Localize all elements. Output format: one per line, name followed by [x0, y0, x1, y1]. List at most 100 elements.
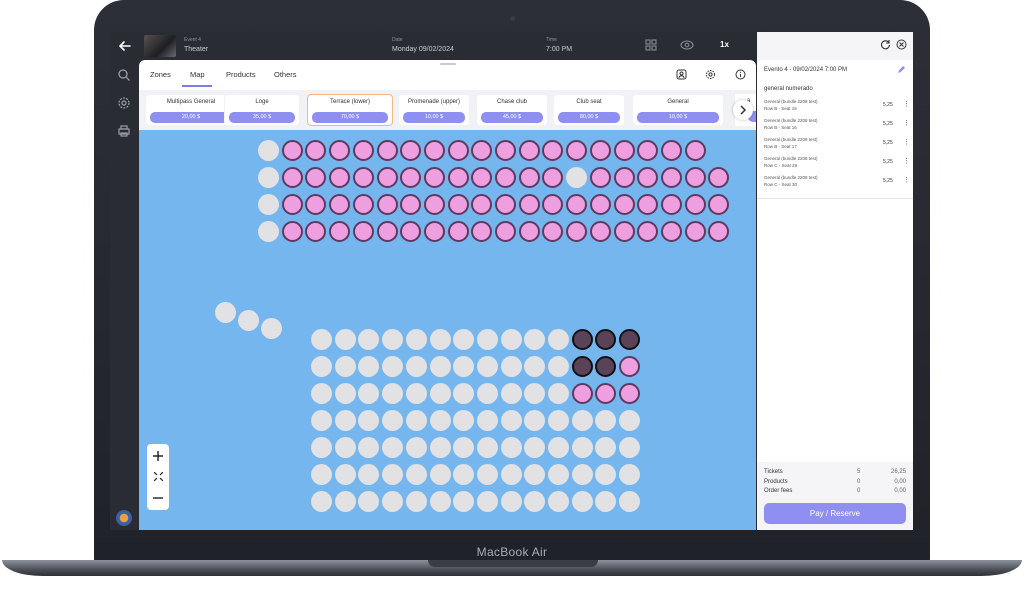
- seat[interactable]: [595, 329, 617, 350]
- seat[interactable]: [613, 194, 635, 215]
- seat[interactable]: [400, 167, 422, 188]
- seat[interactable]: [684, 221, 706, 242]
- seat[interactable]: [329, 194, 351, 215]
- seat[interactable]: [376, 194, 398, 215]
- tab-others[interactable]: Others: [274, 70, 297, 79]
- zone-card[interactable]: Chase club 45,00 $: [476, 94, 548, 126]
- seat[interactable]: [329, 221, 351, 242]
- seat[interactable]: [595, 383, 617, 404]
- seat[interactable]: [281, 140, 303, 161]
- seat[interactable]: [518, 194, 540, 215]
- seat[interactable]: [684, 140, 706, 161]
- refresh-icon[interactable]: [880, 39, 891, 50]
- seat[interactable]: [595, 356, 617, 377]
- more-vertical-icon[interactable]: ⋮: [903, 138, 910, 146]
- settings-icon[interactable]: [705, 69, 716, 80]
- seat[interactable]: [619, 329, 641, 350]
- seat[interactable]: [495, 221, 516, 242]
- seat[interactable]: [305, 221, 327, 242]
- cart-item[interactable]: General (bundle 2208 test) Row B - Seat 1…: [764, 118, 910, 135]
- seat[interactable]: [660, 140, 682, 161]
- seat[interactable]: [619, 356, 641, 377]
- seat[interactable]: [684, 167, 706, 188]
- seat[interactable]: [613, 140, 635, 161]
- grid-icon[interactable]: [645, 39, 657, 51]
- seat[interactable]: [637, 194, 659, 215]
- seat[interactable]: [571, 356, 593, 377]
- seat[interactable]: [542, 167, 564, 188]
- close-icon[interactable]: [896, 39, 907, 50]
- seat[interactable]: [571, 329, 593, 350]
- seat[interactable]: [495, 140, 516, 161]
- zoom-level[interactable]: 1x: [720, 40, 729, 49]
- seat[interactable]: [447, 167, 469, 188]
- seat[interactable]: [352, 140, 374, 161]
- zoom-out-button[interactable]: [147, 488, 169, 508]
- seat[interactable]: [471, 221, 493, 242]
- seat[interactable]: [619, 383, 641, 404]
- cart-item[interactable]: General (bundle 2208 test) Row C - Seat 2…: [764, 156, 910, 173]
- seat[interactable]: [376, 221, 398, 242]
- seat[interactable]: [708, 194, 730, 215]
- seat[interactable]: [518, 167, 540, 188]
- seat[interactable]: [542, 194, 564, 215]
- seat[interactable]: [376, 167, 398, 188]
- seat[interactable]: [566, 140, 588, 161]
- pay-reserve-button[interactable]: Pay / Reserve: [764, 503, 906, 524]
- back-button[interactable]: [114, 35, 136, 57]
- seat[interactable]: [376, 140, 398, 161]
- pencil-icon[interactable]: [897, 65, 907, 75]
- seat[interactable]: [423, 167, 445, 188]
- zone-card[interactable]: Promenade (upper) 10,00 $: [398, 94, 470, 126]
- more-vertical-icon[interactable]: ⋮: [903, 176, 910, 184]
- search-icon[interactable]: [117, 68, 131, 82]
- seat[interactable]: [305, 140, 327, 161]
- cart-item[interactable]: General (bundle 2208 test) Row C - Seat 3…: [764, 175, 910, 192]
- seat[interactable]: [542, 140, 564, 161]
- zone-card[interactable]: Terrace (lower) 70,00 $: [307, 94, 393, 126]
- seat[interactable]: [281, 221, 303, 242]
- seat[interactable]: [471, 194, 493, 215]
- seat[interactable]: [447, 140, 469, 161]
- zones-next-button[interactable]: [733, 100, 753, 120]
- tab-map[interactable]: Map: [190, 70, 205, 79]
- seat[interactable]: [589, 140, 611, 161]
- seat[interactable]: [613, 221, 635, 242]
- gear-icon[interactable]: [117, 96, 131, 110]
- seat[interactable]: [589, 167, 611, 188]
- seat[interactable]: [495, 167, 516, 188]
- seat[interactable]: [589, 221, 611, 242]
- tab-zones[interactable]: Zones: [150, 70, 171, 79]
- seat[interactable]: [566, 194, 588, 215]
- seat[interactable]: [660, 167, 682, 188]
- more-vertical-icon[interactable]: ⋮: [903, 100, 910, 108]
- seat[interactable]: [352, 221, 374, 242]
- cart-item[interactable]: General (bundle 2208 test) Row B - Seat 1…: [764, 99, 910, 116]
- seat[interactable]: [423, 194, 445, 215]
- seat[interactable]: [566, 221, 588, 242]
- seat[interactable]: [329, 167, 351, 188]
- seat[interactable]: [447, 221, 469, 242]
- info-icon[interactable]: [735, 69, 746, 80]
- tab-products[interactable]: Products: [226, 70, 256, 79]
- zone-card[interactable]: Loge 35,00 $: [224, 94, 300, 126]
- cart-item[interactable]: General (bundle 2208 test) Row B - Seat 1…: [764, 137, 910, 154]
- zone-card[interactable]: General 10,00 $: [632, 94, 724, 126]
- seat[interactable]: [660, 221, 682, 242]
- seat[interactable]: [637, 140, 659, 161]
- seat[interactable]: [305, 194, 327, 215]
- seat[interactable]: [281, 167, 303, 188]
- seat[interactable]: [518, 221, 540, 242]
- user-icon[interactable]: [676, 69, 687, 80]
- eye-icon[interactable]: [680, 39, 694, 51]
- seat[interactable]: [589, 194, 611, 215]
- seat[interactable]: [571, 383, 593, 404]
- seat[interactable]: [637, 167, 659, 188]
- seat[interactable]: [423, 140, 445, 161]
- more-vertical-icon[interactable]: ⋮: [903, 119, 910, 127]
- more-vertical-icon[interactable]: ⋮: [903, 157, 910, 165]
- seat[interactable]: [708, 221, 730, 242]
- seat[interactable]: [400, 194, 422, 215]
- seat[interactable]: [684, 194, 706, 215]
- seat[interactable]: [495, 194, 516, 215]
